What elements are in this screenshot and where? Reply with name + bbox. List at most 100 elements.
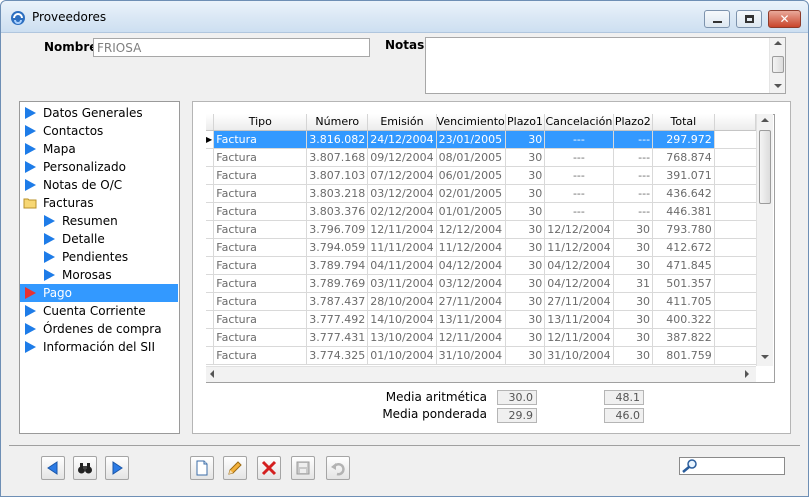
table-cell[interactable]: 27/11/2004 <box>544 292 614 311</box>
table-cell[interactable]: 31/10/2004 <box>436 346 506 365</box>
scroll-up-icon[interactable] <box>774 41 782 45</box>
table-row[interactable]: Factura 3.803.376 02/12/2004 01/01/2005 30 --… <box>206 202 756 221</box>
table-cell[interactable]: 471.845 <box>652 256 715 275</box>
grid-hscrollbar[interactable] <box>206 366 756 382</box>
table-cell[interactable]: 31/10/2004 <box>544 346 614 365</box>
table-cell[interactable]: 30 <box>613 256 654 275</box>
table-cell[interactable]: 14/10/2004 <box>367 310 437 329</box>
table-cell[interactable]: Factura <box>213 184 308 203</box>
table-cell[interactable]: 12/11/2004 <box>436 328 506 347</box>
scroll-down-icon[interactable] <box>761 355 769 359</box>
table-cell[interactable]: 24/12/2004 <box>367 130 437 149</box>
table-cell[interactable]: 03/11/2004 <box>367 274 437 293</box>
table-cell[interactable]: 11/11/2004 <box>367 238 437 257</box>
table-cell[interactable]: 04/12/2004 <box>544 256 614 275</box>
column-header[interactable]: Tipo <box>213 114 308 131</box>
table-cell[interactable]: 436.642 <box>652 184 715 203</box>
table-cell[interactable]: 412.672 <box>652 238 715 257</box>
table-cell[interactable]: Factura <box>213 310 308 329</box>
table-cell[interactable]: 30 <box>505 166 546 185</box>
table-cell[interactable]: 30 <box>505 148 546 167</box>
table-cell[interactable]: 30 <box>613 238 654 257</box>
table-cell[interactable]: 30 <box>505 220 546 239</box>
table-cell[interactable]: 30 <box>505 328 546 347</box>
table-cell[interactable]: 01/10/2004 <box>367 346 437 365</box>
table-cell[interactable]: 30 <box>505 292 546 311</box>
previous-button[interactable] <box>41 456 65 480</box>
nav-item-8[interactable]: Pendientes <box>20 248 178 266</box>
new-button[interactable] <box>190 456 214 480</box>
table-cell[interactable]: --- <box>544 184 614 203</box>
table-cell[interactable]: 3.816.082 <box>306 130 369 149</box>
table-cell[interactable]: 08/01/2005 <box>436 148 506 167</box>
table-row[interactable]: Factura 3.807.168 09/12/2004 08/01/2005 30 --… <box>206 148 756 167</box>
table-cell[interactable]: 12/11/2004 <box>367 220 437 239</box>
table-cell[interactable]: 11/12/2004 <box>544 238 614 257</box>
table-row[interactable]: Factura 3.777.492 14/10/2004 13/11/2004 30 13… <box>206 310 756 329</box>
table-cell[interactable]: Factura <box>213 274 308 293</box>
minimize-button[interactable] <box>704 10 730 28</box>
table-cell[interactable]: 31 <box>613 274 654 293</box>
table-cell[interactable]: 30 <box>505 310 546 329</box>
column-header[interactable]: Vencimiento <box>436 114 506 131</box>
table-cell[interactable]: 30 <box>505 202 546 221</box>
table-cell[interactable]: 3.803.376 <box>306 202 369 221</box>
table-cell[interactable]: 793.780 <box>652 220 715 239</box>
nav-item-5[interactable]: Facturas <box>20 194 178 212</box>
table-cell[interactable]: 3.807.103 <box>306 166 369 185</box>
table-cell[interactable]: --- <box>613 184 654 203</box>
table-cell[interactable]: Factura <box>213 292 308 311</box>
table-cell[interactable]: 30 <box>505 274 546 293</box>
table-row[interactable]: Factura 3.789.769 03/11/2004 03/12/2004 30 04… <box>206 274 756 293</box>
delete-button[interactable] <box>257 456 281 480</box>
table-cell[interactable]: 06/01/2005 <box>436 166 506 185</box>
table-cell[interactable]: 30 <box>613 346 654 365</box>
notas-scrollbar[interactable] <box>769 38 785 93</box>
table-row[interactable]: ▶ Factura 3.816.082 24/12/2004 23/01/2005 30-… <box>206 130 756 149</box>
table-cell[interactable]: 501.357 <box>652 274 715 293</box>
table-row[interactable]: Factura 3.796.709 12/11/2004 12/12/2004 30 12… <box>206 220 756 239</box>
nav-item-4[interactable]: Notas de O/C <box>20 176 178 194</box>
table-cell[interactable]: 3.777.431 <box>306 328 369 347</box>
column-header[interactable]: Emisión <box>367 114 437 131</box>
table-cell[interactable]: 01/01/2005 <box>436 202 506 221</box>
nav-item-2[interactable]: Mapa <box>20 140 178 158</box>
table-cell[interactable]: 13/11/2004 <box>436 310 506 329</box>
table-row[interactable]: Factura 3.794.059 11/11/2004 11/12/2004 30 11… <box>206 238 756 257</box>
nav-item-6[interactable]: Resumen <box>20 212 178 230</box>
table-cell[interactable]: Factura <box>213 202 308 221</box>
table-cell[interactable]: --- <box>544 130 614 149</box>
table-cell[interactable]: 12/12/2004 <box>544 220 614 239</box>
table-cell[interactable]: 30 <box>505 346 546 365</box>
table-cell[interactable]: 3.787.437 <box>306 292 369 311</box>
table-cell[interactable]: 3.803.218 <box>306 184 369 203</box>
next-button[interactable] <box>105 456 129 480</box>
table-cell[interactable]: 391.071 <box>652 166 715 185</box>
table-cell[interactable]: Factura <box>213 346 308 365</box>
table-cell[interactable]: --- <box>613 148 654 167</box>
table-cell[interactable]: 3.789.769 <box>306 274 369 293</box>
scroll-down-icon[interactable] <box>774 84 782 88</box>
table-cell[interactable]: Factura <box>213 220 308 239</box>
table-cell[interactable]: 30 <box>613 220 654 239</box>
table-cell[interactable]: 3.807.168 <box>306 148 369 167</box>
table-cell[interactable]: 04/12/2004 <box>436 256 506 275</box>
table-cell[interactable]: Factura <box>213 256 308 275</box>
table-cell[interactable]: 23/01/2005 <box>436 130 506 149</box>
table-cell[interactable]: 297.972 <box>652 130 715 149</box>
table-row[interactable]: Factura 3.803.218 03/12/2004 02/01/2005 30 --… <box>206 184 756 203</box>
column-header[interactable]: Número <box>306 114 369 131</box>
table-cell[interactable]: 03/12/2004 <box>436 274 506 293</box>
scroll-up-icon[interactable] <box>761 118 769 122</box>
scroll-thumb[interactable] <box>772 56 784 73</box>
table-cell[interactable]: 3.794.059 <box>306 238 369 257</box>
table-cell[interactable]: 3.777.492 <box>306 310 369 329</box>
quick-search-field[interactable] <box>679 457 785 475</box>
table-cell[interactable]: 09/12/2004 <box>367 148 437 167</box>
table-row[interactable]: Factura 3.777.431 13/10/2004 12/11/2004 30 12… <box>206 328 756 347</box>
table-cell[interactable]: 04/11/2004 <box>367 256 437 275</box>
undo-button[interactable] <box>326 456 350 480</box>
table-cell[interactable]: 02/12/2004 <box>367 202 437 221</box>
table-cell[interactable]: 28/10/2004 <box>367 292 437 311</box>
table-cell[interactable]: 11/12/2004 <box>436 238 506 257</box>
